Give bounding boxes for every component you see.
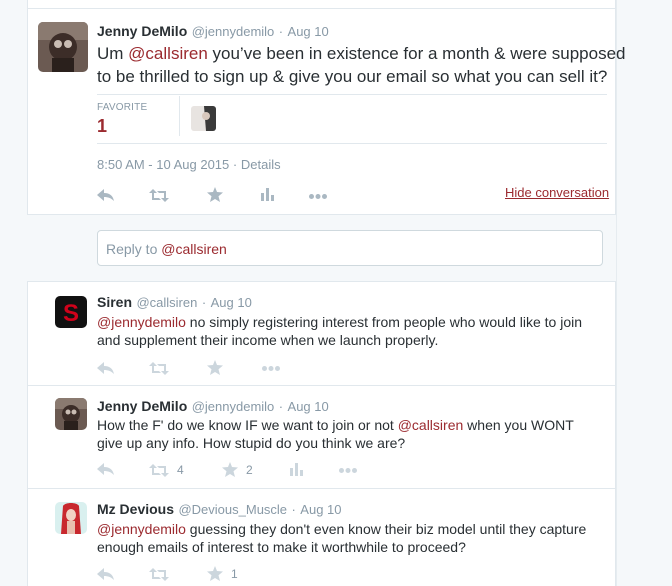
author-name[interactable]: Jenny DeMilo (97, 398, 187, 414)
stats-bar (97, 94, 607, 144)
more-icon (309, 194, 327, 199)
reply-action[interactable] (97, 189, 114, 201)
top-divider (27, 8, 616, 9)
favorite-action[interactable]: 1 (207, 566, 238, 581)
text-line1-rest: you’ve been in existence for a month & w… (207, 44, 626, 63)
tweet-date[interactable]: Aug 10 (288, 24, 329, 39)
mention-link[interactable]: @callsiren (128, 44, 208, 63)
retweet-action[interactable] (149, 362, 169, 375)
author-handle[interactable]: @callsiren (136, 295, 197, 310)
star-icon (222, 462, 238, 477)
separator-dot: · (291, 502, 296, 517)
right-gutter (617, 0, 672, 586)
retweet-action[interactable]: 4 (149, 463, 184, 477)
favoriter-avatar[interactable] (191, 106, 216, 131)
text-prefix: Um (97, 44, 129, 63)
favorite-action[interactable] (207, 187, 223, 202)
author-handle[interactable]: @Devious_Muscle (178, 502, 287, 517)
favorite-action[interactable] (207, 360, 223, 375)
retweet-icon (149, 568, 169, 581)
tweet-date[interactable]: Aug 10 (211, 295, 252, 310)
tweet-text: Um @callsiren you’ve been in existence f… (97, 42, 626, 88)
retweet-count: 4 (177, 463, 184, 477)
stats-divider (179, 96, 180, 136)
separator-dot: · (278, 24, 284, 39)
analytics-action[interactable] (290, 463, 304, 476)
avatar[interactable] (55, 502, 87, 534)
text-line2: enough emails of interest to make it wor… (97, 539, 466, 555)
author-name[interactable]: Mz Devious (97, 501, 174, 517)
more-icon (262, 366, 280, 371)
reply-input[interactable]: Reply to @callsiren (97, 230, 603, 266)
star-icon (207, 187, 223, 202)
more-action[interactable] (339, 468, 357, 473)
tweet-text: @jennydemilo no simply registering inter… (97, 313, 607, 349)
avatar[interactable] (38, 22, 88, 72)
more-action[interactable] (262, 366, 280, 371)
avatar-image (55, 502, 87, 534)
retweet-icon (149, 362, 169, 375)
avatar-image (55, 398, 87, 430)
favorite-stat-count[interactable]: 1 (97, 116, 107, 137)
text-line2: give up any info. How stupid do you thin… (97, 435, 406, 451)
reply-action[interactable] (97, 362, 114, 374)
favorite-count: 1 (231, 566, 238, 581)
reply-placeholder-prefix: Reply to (106, 241, 162, 257)
siren-logo-icon: S (55, 296, 87, 328)
text-line2: to be thrilled to sign up & give you our… (97, 67, 608, 86)
tweet-date[interactable]: Aug 10 (300, 502, 341, 517)
reply-icon (97, 568, 114, 580)
hide-conversation-link[interactable]: Hide conversation (505, 185, 609, 200)
author-handle[interactable]: @jennydemilo (192, 399, 275, 414)
avatar-image (38, 22, 88, 72)
favorite-count: 2 (246, 462, 253, 477)
separator-dot: · (201, 295, 207, 310)
tweet-date[interactable]: Aug 10 (288, 399, 329, 414)
author-handle[interactable]: @jennydemilo (192, 24, 275, 39)
mention-link[interactable]: @jennydemilo (97, 314, 186, 330)
favorite-action[interactable]: 2 (222, 462, 253, 477)
reply-icon (97, 463, 114, 475)
analytics-icon (261, 188, 274, 201)
retweet-icon (149, 189, 169, 202)
retweet-action[interactable] (149, 189, 169, 202)
author-name[interactable]: Jenny DeMilo (97, 23, 187, 39)
favoriter-avatar-image (191, 106, 216, 131)
left-gutter (0, 0, 27, 586)
text-line1-rest: guessing they don't even know their biz … (185, 521, 587, 537)
star-icon (207, 566, 223, 581)
analytics-action[interactable] (261, 188, 275, 201)
mention-link[interactable]: @jennydemilo (97, 521, 186, 537)
favorite-stat-label: FAVORITE (97, 102, 148, 113)
svg-text:S: S (63, 300, 79, 327)
reply-placeholder-mention: @callsiren (161, 241, 227, 257)
reply-action[interactable] (97, 463, 114, 475)
avatar[interactable] (55, 398, 87, 430)
text-line2: and supplement their income when we laun… (97, 332, 439, 348)
timestamp-separator: · (232, 157, 238, 172)
reply-icon (97, 189, 114, 201)
text-line1-rest: no simply registering interest from peop… (185, 314, 583, 330)
more-action[interactable] (309, 194, 327, 199)
tweet-text: @jennydemilo guessing they don't even kn… (97, 520, 607, 556)
separator-dot: · (278, 399, 284, 414)
mention-link[interactable]: @callsiren (398, 417, 464, 433)
reply-icon (97, 362, 114, 374)
text-line1-prefix: How the F' do we know IF we want to join… (97, 417, 398, 433)
tweet-text: How the F' do we know IF we want to join… (97, 416, 607, 452)
retweet-action[interactable] (149, 568, 169, 581)
more-icon (339, 468, 357, 473)
details-link[interactable]: Details (241, 157, 281, 172)
avatar[interactable]: S (55, 296, 87, 328)
tweet-divider (27, 385, 616, 386)
text-line1-suffix: when you WONT (463, 417, 574, 433)
tweet-timestamp[interactable]: 8:50 AM - 10 Aug 2015 (97, 157, 229, 172)
analytics-icon (290, 463, 303, 476)
reply-action[interactable] (97, 568, 114, 580)
tweet-divider (27, 488, 616, 489)
star-icon (207, 360, 223, 375)
retweet-icon (149, 463, 169, 477)
author-name[interactable]: Siren (97, 294, 132, 310)
